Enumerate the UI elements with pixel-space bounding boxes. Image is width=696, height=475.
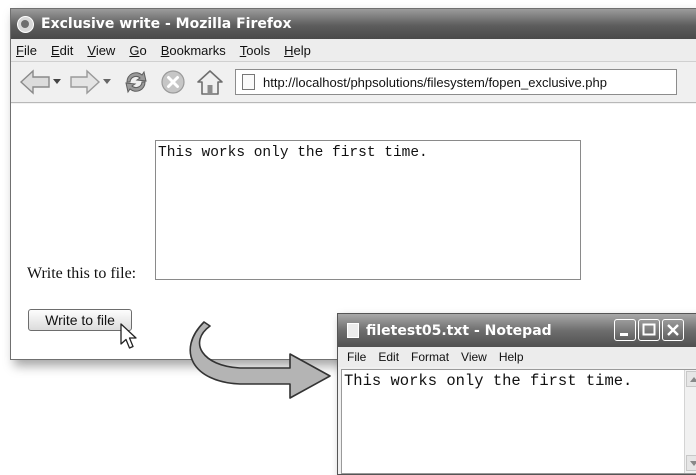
notepad-menu-view[interactable]: View [461, 350, 487, 364]
notepad-menu-bar: File Edit Format View Help [338, 347, 696, 367]
firefox-titlebar[interactable]: Exclusive write - Mozilla Firefox [11, 9, 696, 39]
write-label: Write this to file: [27, 265, 136, 283]
menu-bar: File Edit View Go Bookmarks Tools Help [11, 39, 696, 62]
scroll-down-arrow-icon [690, 461, 696, 466]
notepad-icon [347, 323, 359, 338]
reload-button[interactable] [121, 68, 151, 96]
scroll-up-arrow-icon [690, 377, 696, 382]
close-button[interactable] [662, 319, 684, 341]
back-arrow-icon [19, 69, 51, 95]
close-icon [663, 320, 683, 340]
firefox-window: Exclusive write - Mozilla Firefox File E… [10, 8, 696, 360]
home-button[interactable] [195, 68, 225, 96]
scroll-up-button[interactable] [686, 371, 696, 387]
menu-edit[interactable]: Edit [51, 43, 73, 58]
stop-button[interactable] [159, 68, 187, 96]
window-controls [614, 319, 686, 341]
url-bar[interactable]: http://localhost/phpsolutions/filesystem… [235, 69, 677, 95]
forward-arrow-icon [69, 69, 101, 95]
write-to-file-button[interactable]: Write to file [28, 309, 132, 331]
mouse-cursor-icon [120, 323, 142, 351]
menu-go[interactable]: Go [129, 43, 146, 58]
stop-icon [159, 68, 187, 96]
menu-tools[interactable]: Tools [240, 43, 270, 58]
menu-bookmarks[interactable]: Bookmarks [161, 43, 226, 58]
menu-file[interactable]: File [16, 43, 37, 58]
forward-button[interactable] [69, 69, 101, 95]
notepad-menu-help[interactable]: Help [499, 350, 524, 364]
navigation-toolbar: http://localhost/phpsolutions/filesystem… [11, 62, 696, 103]
notepad-title: filetest05.txt - Notepad [366, 323, 552, 339]
back-button[interactable] [19, 69, 51, 95]
notepad-window: filetest05.txt - Notepad File Edit Forma… [337, 313, 696, 475]
window-title: Exclusive write - Mozilla Firefox [41, 16, 292, 32]
vertical-scrollbar[interactable] [684, 370, 696, 473]
notepad-menu-edit[interactable]: Edit [378, 350, 399, 364]
notepad-text-area[interactable]: This works only the first time. [341, 369, 696, 474]
menu-view[interactable]: View [87, 43, 115, 58]
dropdown-arrow-icon [53, 79, 61, 85]
minimize-button[interactable] [614, 319, 636, 341]
notepad-titlebar[interactable]: filetest05.txt - Notepad [338, 314, 696, 347]
maximize-icon [639, 320, 659, 340]
back-history-dropdown[interactable] [53, 79, 61, 85]
notepad-content: This works only the first time. [344, 372, 632, 390]
page-icon [242, 74, 255, 90]
write-textarea[interactable]: This works only the first time. [155, 140, 581, 280]
menu-help[interactable]: Help [284, 43, 311, 58]
dropdown-arrow-icon [103, 79, 111, 85]
notepad-menu-file[interactable]: File [347, 350, 366, 364]
firefox-logo-icon [17, 16, 34, 33]
forward-history-dropdown[interactable] [103, 79, 111, 85]
minimize-icon [615, 320, 635, 340]
home-icon [195, 68, 225, 96]
notepad-menu-format[interactable]: Format [411, 350, 449, 364]
reload-icon [121, 68, 151, 96]
scroll-down-button[interactable] [686, 455, 696, 471]
curved-arrow-icon [180, 320, 340, 400]
maximize-button[interactable] [638, 319, 660, 341]
url-text: http://localhost/phpsolutions/filesystem… [263, 75, 607, 90]
